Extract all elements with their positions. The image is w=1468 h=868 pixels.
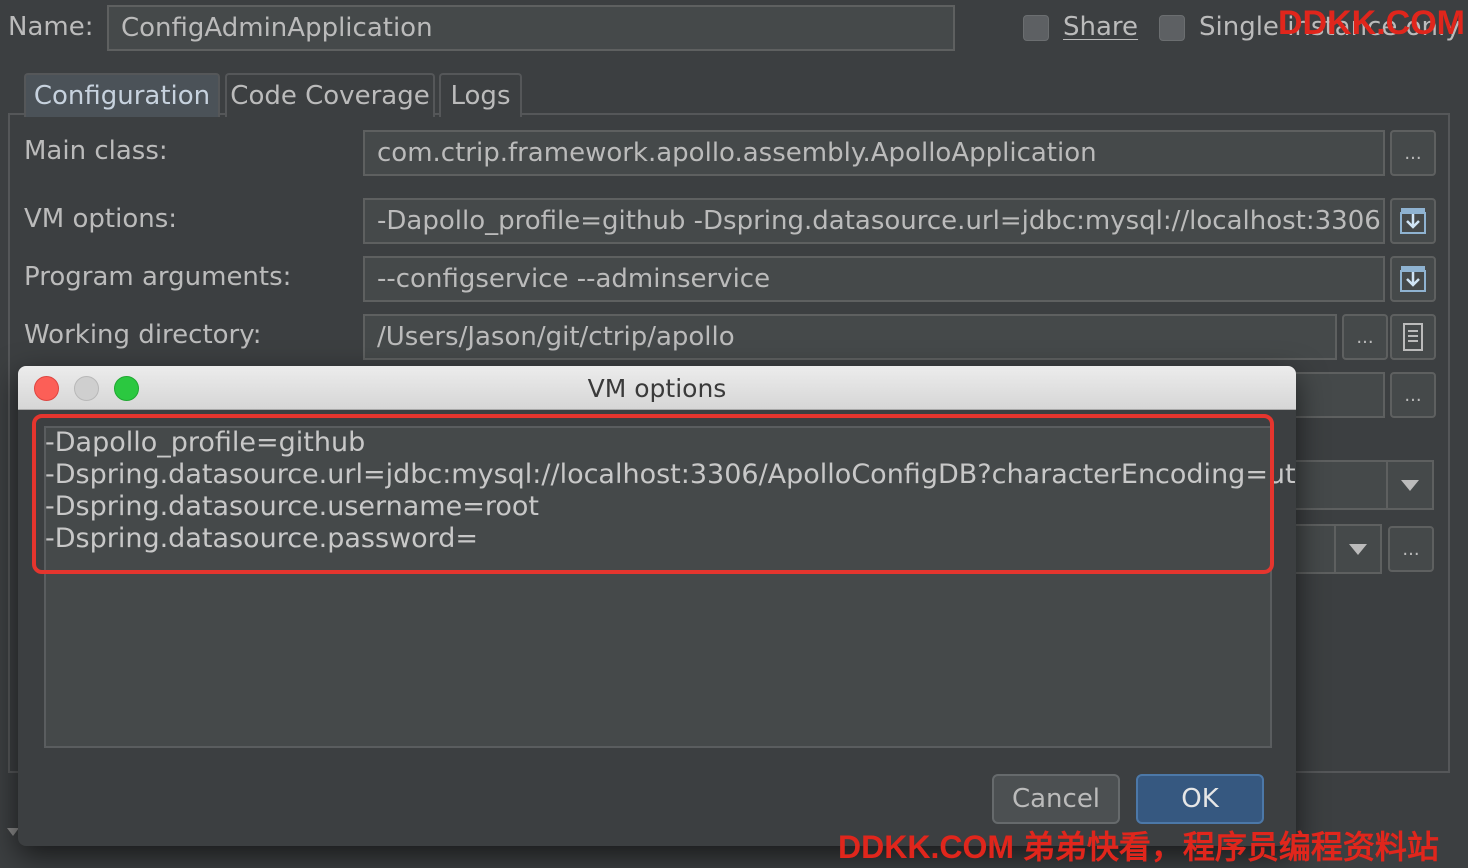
vm-options-value: -Dapollo_profile=github -Dspring.datasou… — [377, 206, 1381, 236]
working-dir-browse-button[interactable]: ... — [1342, 314, 1388, 360]
ok-button[interactable]: OK — [1136, 774, 1264, 824]
main-class-label: Main class: — [24, 136, 168, 166]
name-value: ConfigAdminApplication — [121, 13, 433, 43]
chevron-down-icon — [1401, 479, 1419, 491]
expand-field-icon — [1400, 266, 1426, 292]
tab-configuration[interactable]: Configuration — [24, 73, 220, 117]
main-class-browse-button[interactable]: ... — [1390, 130, 1436, 176]
vm-options-expand-button[interactable] — [1390, 198, 1436, 244]
chevron-down-icon — [1349, 543, 1367, 555]
name-label: Name: — [8, 12, 94, 42]
ellipsis-icon: ... — [1404, 142, 1422, 164]
module-combo[interactable] — [1290, 460, 1434, 510]
watermark-top: DDKK.COM — [1278, 4, 1465, 42]
env-vars-browse-button[interactable]: ... — [1390, 372, 1436, 418]
macro-list-icon — [1403, 323, 1423, 351]
ellipsis-icon: ... — [1356, 326, 1374, 348]
combo-dropdown-button[interactable] — [1386, 462, 1432, 508]
working-dir-input[interactable]: /Users/Jason/git/ctrip/apollo — [363, 314, 1337, 360]
dialog-title: VM options — [587, 373, 727, 403]
program-args-label: Program arguments: — [24, 262, 292, 292]
jre-browse-button[interactable]: ... — [1388, 526, 1434, 572]
tab-logs[interactable]: Logs — [439, 73, 522, 117]
combo-dropdown-button[interactable] — [1334, 526, 1380, 572]
jre-combo[interactable] — [1290, 524, 1382, 574]
vm-options-dialog: VM options -Dapollo_profile=github -Dspr… — [18, 366, 1296, 846]
vm-options-input[interactable]: -Dapollo_profile=github -Dspring.datasou… — [363, 198, 1385, 244]
cancel-button[interactable]: Cancel — [992, 774, 1120, 824]
main-class-input[interactable]: com.ctrip.framework.apollo.assembly.Apol… — [363, 130, 1385, 176]
share-label: Share — [1063, 12, 1139, 42]
working-dir-label: Working directory: — [24, 320, 262, 350]
share-checkbox[interactable] — [1023, 15, 1049, 41]
expand-field-icon — [1400, 208, 1426, 234]
ellipsis-icon: ... — [1402, 538, 1420, 560]
highlight-box — [32, 414, 1274, 574]
main-class-value: com.ctrip.framework.apollo.assembly.Apol… — [377, 138, 1097, 168]
env-vars-input[interactable] — [1290, 372, 1385, 418]
working-dir-value: /Users/Jason/git/ctrip/apollo — [377, 322, 735, 352]
ellipsis-icon: ... — [1404, 384, 1422, 406]
vm-options-label: VM options: — [24, 204, 178, 234]
name-input[interactable]: ConfigAdminApplication — [107, 5, 955, 51]
program-args-value: --configservice --adminservice — [377, 264, 771, 294]
tab-code-coverage[interactable]: Code Coverage — [225, 73, 435, 117]
program-args-input[interactable]: --configservice --adminservice — [363, 256, 1385, 302]
program-args-expand-button[interactable] — [1390, 256, 1436, 302]
watermark-bottom: DDKK.COM 弟弟快看，程序员编程资料站 — [838, 829, 1439, 865]
working-dir-macro-button[interactable] — [1390, 314, 1436, 360]
single-instance-checkbox[interactable] — [1159, 15, 1185, 41]
